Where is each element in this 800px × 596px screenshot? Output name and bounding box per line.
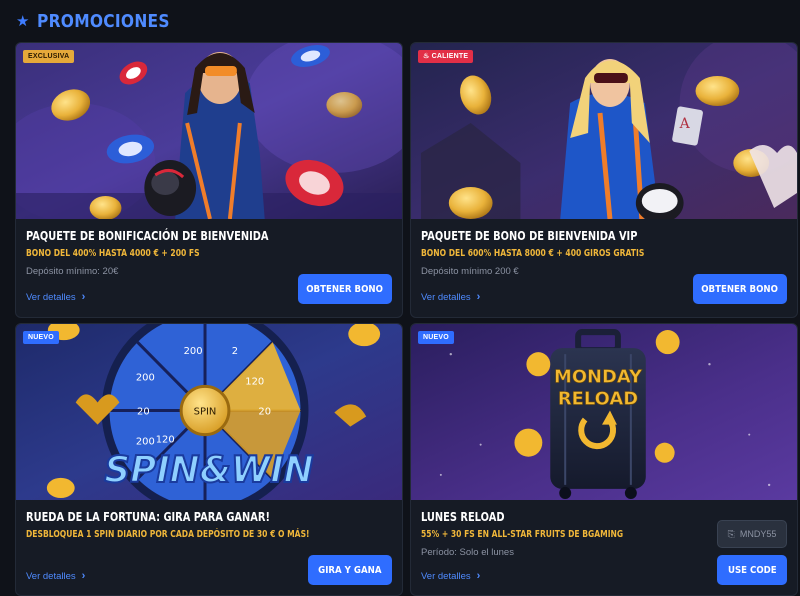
promo-banner-image[interactable]: SPIN 200 2 120 20 200 120 20 200 SPIN&WI… (16, 324, 402, 500)
details-label: Ver detalles (26, 570, 76, 582)
promo-banner-image[interactable]: EXCLUSIVA (16, 43, 402, 219)
page-title: PROMOCIONES (37, 10, 171, 32)
promo-badge: EXCLUSIVA (23, 50, 75, 63)
promo-title: RUEDA DE LA FORTUNA: GIRA PARA GANAR! (26, 510, 270, 524)
details-label: Ver detalles (26, 291, 76, 303)
chevron-right-icon: › (81, 570, 86, 582)
wheel-value: 200 (184, 346, 203, 357)
vip-racer-illustration: A (411, 43, 797, 219)
promo-code: MNDY55 (739, 529, 777, 539)
button-label: OBTENER BONO (701, 283, 779, 295)
star-icon: ★ (16, 12, 30, 30)
details-label: Ver detalles (421, 291, 471, 303)
button-label: OBTENER BONO (306, 283, 384, 295)
promo-offer: BONO DEL 600% HASTA 8000 € + 400 GIROS G… (421, 248, 645, 259)
copy-icon: ⎘ (727, 528, 735, 539)
wheel-value: 2 (232, 346, 238, 357)
promo-badge: NUEVO (418, 331, 454, 344)
flame-icon: ♨ (423, 53, 432, 60)
promo-offer: DESBLOQUEA 1 SPIN DIARIO POR CADA DEPÓSI… (26, 529, 310, 540)
wheel-value: 200 (136, 372, 155, 383)
wheel-value: 200 (136, 437, 155, 448)
details-label: Ver detalles (421, 570, 471, 582)
promo-title: LUNES RELOAD (421, 510, 505, 524)
promo-title: PAQUETE DE BONIFICACIÓN DE BIENVENIDA (26, 229, 269, 243)
promo-banner-image[interactable]: A ♨ CALIENTE (411, 43, 797, 219)
wheel-value: 120 (156, 435, 175, 446)
chevron-right-icon: › (476, 291, 481, 303)
spin-win-logo: SPIN&WIN (104, 450, 313, 491)
wheel-value: 120 (245, 376, 264, 387)
promo-offer: BONO DEL 400% HASTA 4000 € + 200 FS (26, 248, 200, 259)
promo-card-monday-reload: MONDAY RELOAD NUEVO LUNES RELOAD 55% + 3… (410, 323, 798, 596)
view-details-link[interactable]: Ver detalles › (26, 291, 85, 303)
promo-badge: ♨ CALIENTE (418, 50, 474, 63)
promo-badge: NUEVO (23, 331, 59, 344)
svg-text:A: A (679, 116, 691, 132)
banner-line-1: MONDAY (554, 366, 643, 387)
wheel-value: 20 (258, 406, 271, 417)
view-details-link[interactable]: Ver detalles › (421, 291, 480, 303)
spin-wheel-illustration: SPIN 200 2 120 20 200 120 20 200 SPIN&WI… (16, 324, 402, 500)
promo-card-wheel: SPIN 200 2 120 20 200 120 20 200 SPIN&WI… (15, 323, 403, 596)
wheel-value: 20 (137, 406, 150, 417)
wheel-center-label: SPIN (194, 406, 217, 417)
promo-code-copy[interactable]: ⎘ MNDY55 (717, 520, 787, 548)
view-details-link[interactable]: Ver detalles › (26, 570, 85, 582)
promo-card-vip: A ♨ CALIENTE PAQUETE DE BONO DE BIENVENI… (410, 42, 798, 318)
banner-line-2: RELOAD (558, 388, 638, 409)
promo-title: PAQUETE DE BONO DE BIENVENIDA VIP (421, 229, 638, 243)
chevron-right-icon: › (476, 570, 481, 582)
suitcase-illustration: MONDAY RELOAD (411, 324, 797, 500)
get-bonus-button[interactable]: OBTENER BONO (693, 274, 787, 304)
view-details-link[interactable]: Ver detalles › (421, 570, 480, 582)
promo-banner-image[interactable]: MONDAY RELOAD NUEVO (411, 324, 797, 500)
button-label: GIRA Y GANA (318, 564, 382, 576)
get-bonus-button[interactable]: OBTENER BONO (298, 274, 392, 304)
racer-woman-illustration (16, 43, 402, 219)
promo-card-welcome: EXCLUSIVA PAQUETE DE BONIFICACIÓN DE BIE… (15, 42, 403, 318)
chevron-right-icon: › (81, 291, 86, 303)
badge-label: CALIENTE (431, 53, 469, 60)
promo-offer: 55% + 30 FS EN ALL-STAR FRUITS DE BGAMIN… (421, 529, 624, 540)
use-code-button[interactable]: USE CODE (717, 555, 787, 585)
spin-and-win-button[interactable]: GIRA Y GANA (308, 555, 392, 585)
page-header: ★ PROMOCIONES (16, 10, 192, 32)
button-label: USE CODE (727, 564, 777, 576)
